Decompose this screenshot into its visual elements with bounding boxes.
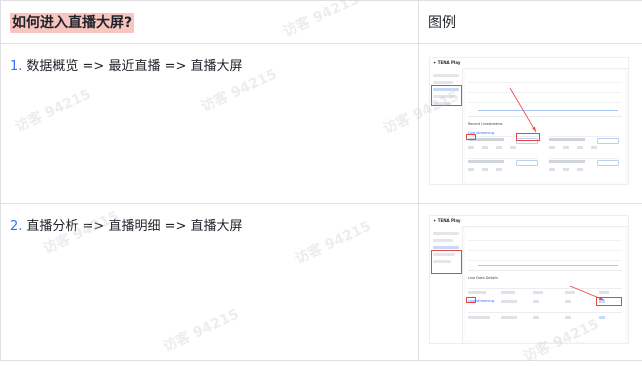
thumb2-table-row-line: [468, 312, 622, 313]
thumb2-table-header-line: [468, 288, 622, 289]
thumb1-gridline: [468, 82, 622, 83]
thumb1-card-stat: [577, 168, 583, 171]
thumb2-table-head-cell: [533, 291, 543, 294]
table-header-row: 如何进入直播大屏? 图例: [1, 1, 642, 44]
step-1-path: 数据概览 => 最近直播 => 直播大屏: [26, 59, 242, 74]
thumb1-sidebar-item: [433, 74, 459, 77]
thumb1-sidebar-highlight: [431, 85, 462, 106]
thumb2-chart-line: [478, 265, 618, 266]
thumb2-main: Live Data Details Live streaming: [465, 228, 625, 341]
thumb2-gridline: [468, 240, 622, 241]
thumb1-card-stat: [468, 168, 474, 171]
thumb1-card-stat: [563, 146, 569, 149]
thumb2-live-tag-highlight: [466, 297, 476, 303]
header-cell-example: 图例: [419, 1, 642, 44]
thumb2-table-cell: [533, 300, 539, 303]
thumb1-card-title: [468, 160, 504, 163]
thumb2-logo: ✦ TENA Play: [433, 218, 461, 223]
step-1-number: 1.: [10, 59, 22, 74]
thumb1-card-stat: [496, 146, 502, 149]
thumb1-card-stat: [549, 168, 555, 171]
thumb2-sidebar-item: [433, 232, 459, 235]
thumb2-table-cell: [565, 316, 571, 319]
thumb1-card-stat: [482, 146, 488, 149]
thumb2-chart: [468, 232, 622, 271]
thumb1-card-stat: [591, 146, 597, 149]
thumb2-table-head-cell: [565, 291, 575, 294]
thumb1-live-card: [549, 136, 619, 155]
header-cell-question: 如何进入直播大屏?: [1, 1, 419, 44]
thumb2-table-head-cell: [599, 291, 609, 294]
thumb2-screen-button-highlight: [596, 297, 622, 306]
example-screenshot-2: ✦ TENA Play Live Data Details Live strea…: [429, 215, 629, 344]
thumb2-table-cell: [599, 316, 605, 319]
thumb2-table-cell: [468, 316, 490, 319]
thumb1-gridline: [468, 102, 622, 103]
thumb2-table-cell: [565, 300, 571, 303]
thumb1-card-title: [549, 138, 585, 141]
header-example-text: 图例: [428, 14, 456, 32]
thumb1-gridline: [468, 92, 622, 93]
step-2: 2. 直播分析 => 直播明细 => 直播大屏: [10, 218, 243, 235]
step-2-path: 直播分析 => 直播明细 => 直播大屏: [26, 219, 242, 234]
thumb1-card-button: [516, 160, 538, 166]
thumb1-sidebar-item: [433, 81, 453, 84]
thumb1-card-button: [597, 138, 619, 144]
thumb1-card-stat: [577, 146, 583, 149]
thumb2-table-cell: [501, 316, 517, 319]
thumb1-card-stat: [482, 168, 488, 171]
thumb2-section-label: Live Data Details: [468, 276, 498, 280]
thumb1-logo: ✦ TENA Play: [433, 60, 461, 65]
step-1: 1. 数据概览 => 最近直播 => 直播大屏: [10, 58, 243, 75]
thumb1-screen-button-highlight: [516, 133, 540, 141]
step-cell-1: 1. 数据概览 => 最近直播 => 直播大屏: [1, 44, 419, 204]
header-question-text: 如何进入直播大屏?: [10, 13, 134, 33]
thumb1-chart-line: [478, 110, 618, 111]
thumb1-card-stat: [563, 168, 569, 171]
thumb2-gridline: [468, 260, 622, 261]
thumb1-card-title: [549, 160, 585, 163]
thumb1-card-stat: [510, 146, 516, 149]
thumb1-card-button: [597, 160, 619, 166]
thumb2-sidebar-item: [433, 239, 453, 242]
thumb2-table-cell: [533, 316, 539, 319]
thumb2-sidebar: [430, 226, 463, 343]
thumb1-chart: [468, 74, 622, 117]
thumb1-live-tag-highlight: [466, 134, 476, 140]
thumb1-live-card: [468, 158, 538, 177]
thumb2-sidebar-item: [433, 246, 459, 249]
thumb1-card-stat: [468, 146, 474, 149]
thumb1-section-label: Recent Livestreams: [468, 122, 502, 126]
thumb1-main: Recent Livestreams Live streaming: [465, 70, 625, 182]
thumb1-sidebar: [430, 68, 463, 184]
thumb2-sidebar-highlight: [431, 250, 462, 274]
thumb1-card-stat: [549, 146, 555, 149]
thumb2-table-cell: [501, 300, 517, 303]
thumb2-table-head-cell: [501, 291, 515, 294]
example-screenshot-1: ✦ TENA Play Recent Livestreams Live stre…: [429, 57, 629, 185]
thumb2-gridline: [468, 250, 622, 251]
step-2-number: 2.: [10, 219, 22, 234]
thumb2-table-head-cell: [468, 291, 486, 294]
thumb1-card-stat: [496, 168, 502, 171]
step-cell-2: 2. 直播分析 => 直播明细 => 直播大屏: [1, 204, 419, 361]
thumb1-live-card: [549, 158, 619, 177]
